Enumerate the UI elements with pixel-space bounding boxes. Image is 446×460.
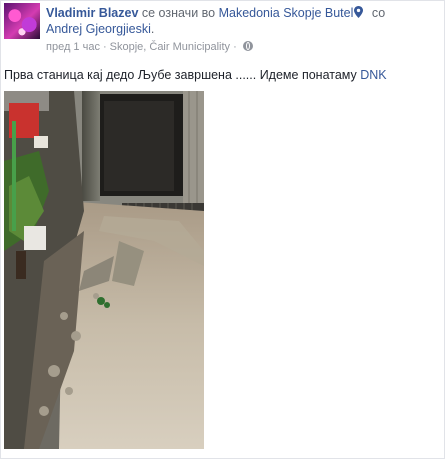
hashtag-link[interactable]: DNK [360,68,386,82]
post-body-text: Прва станица кај дедо Љубе завршена ....… [4,68,361,82]
tagged-suffix: . [150,22,155,36]
meta-separator-2: · [233,41,237,53]
photo-garage-alley [4,91,204,449]
post-meta: пред 1 час · Skopje, Čair Municipality · [46,40,253,54]
with-text: со [368,6,386,20]
post-body: Прва станица кај дедо Љубе завршена ....… [4,67,442,83]
author-name-link[interactable]: Vladimir Blazev [46,6,138,20]
tagged-person-link[interactable]: Andrej Gjeorgjieski [46,22,151,36]
post-card: Vladimir Blazev се означи во Makedonia S… [0,0,445,459]
post-headline: Vladimir Blazev се означи во Makedonia S… [46,5,444,37]
post-photo[interactable] [4,91,204,449]
map-pin-icon [354,6,364,18]
post-location-link[interactable]: Skopje, Čair Municipality [110,41,230,53]
post-header: Vladimir Blazev се означи во Makedonia S… [4,3,444,55]
post-timestamp[interactable]: пред 1 час [46,41,100,53]
checkin-verb-text: се означи во [138,6,219,20]
meta-separator: · [102,41,107,53]
globe-icon[interactable] [242,41,253,51]
author-avatar[interactable] [4,3,40,39]
place-link[interactable]: Makedonia Skopje Butel [219,6,354,20]
